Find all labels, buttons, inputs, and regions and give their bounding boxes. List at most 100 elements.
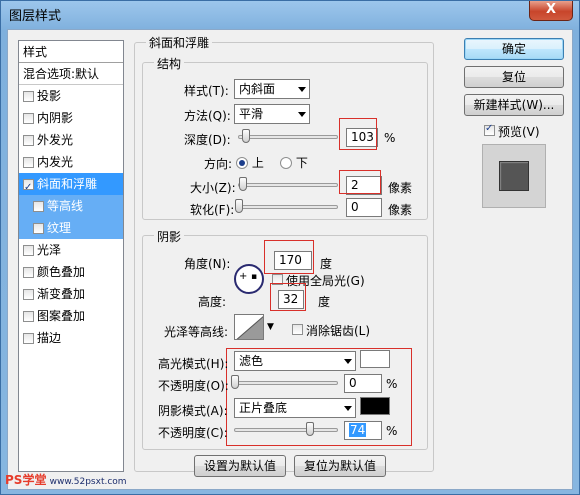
style-list-item-label: 纹理: [47, 221, 72, 235]
antialias-option[interactable]: 消除锯齿(L): [292, 322, 370, 339]
watermark-brand: PS学堂: [5, 473, 47, 487]
style-select[interactable]: 内斜面: [234, 79, 310, 99]
reset-default-button[interactable]: 复位为默认值: [294, 455, 386, 477]
chevron-down-icon: [298, 87, 306, 92]
soften-input[interactable]: 0: [346, 198, 382, 217]
ok-button[interactable]: 确定: [464, 38, 564, 60]
soften-label: 软化(F):: [190, 203, 235, 217]
style-list-item[interactable]: 混合选项:默认: [19, 63, 123, 85]
chevron-down-icon: [344, 406, 352, 411]
reset-button[interactable]: 复位: [464, 66, 564, 88]
new-style-button[interactable]: 新建样式(W)...: [464, 94, 564, 116]
style-list-item[interactable]: 内阴影: [19, 107, 123, 129]
style-list-item[interactable]: 投影: [19, 85, 123, 107]
style-list-item[interactable]: 描边: [19, 327, 123, 349]
soften-slider[interactable]: [238, 205, 338, 209]
gloss-contour-preview[interactable]: [234, 314, 264, 340]
gloss-contour-label: 光泽等高线:: [164, 325, 229, 339]
checkbox-icon[interactable]: [23, 112, 34, 124]
size-label: 大小(Z):: [190, 181, 236, 195]
checkbox-icon[interactable]: [23, 244, 34, 256]
depth-slider[interactable]: [238, 135, 338, 139]
checkbox-icon[interactable]: [23, 332, 34, 344]
highlight-mode-label: 高光模式(H):: [158, 357, 229, 371]
checkbox-icon[interactable]: [33, 222, 44, 234]
direction-up-option[interactable]: 上: [236, 154, 264, 171]
title-bar: 图层样式 X: [1, 1, 579, 29]
style-list-item[interactable]: 光泽: [19, 239, 123, 261]
depth-slider-thumb[interactable]: [242, 129, 250, 143]
checkbox-icon[interactable]: [23, 177, 34, 199]
style-list-item-label: 渐变叠加: [37, 287, 86, 301]
radio-button-icon[interactable]: [280, 157, 292, 169]
highlight-box: [339, 170, 381, 194]
shadow-mode-label: 阴影模式(A):: [158, 404, 228, 418]
angle-dial[interactable]: + ▪: [234, 264, 264, 294]
style-list-item[interactable]: 斜面和浮雕: [19, 173, 123, 199]
style-list-item-label: 描边: [37, 331, 62, 345]
preview-swatch: [499, 161, 529, 191]
checkbox-icon[interactable]: [23, 134, 34, 146]
highlight-mode-select[interactable]: 滤色: [234, 351, 356, 371]
highlight-opacity-thumb[interactable]: [231, 375, 239, 389]
checkbox-icon[interactable]: [23, 310, 34, 322]
contour-curve-icon: [236, 316, 263, 339]
chevron-down-icon: [344, 359, 352, 364]
preview-option[interactable]: 预览(V): [484, 123, 540, 140]
checkbox-icon[interactable]: [23, 288, 34, 300]
styles-list: 样式 混合选项:默认投影内阴影外发光内发光斜面和浮雕等高线纹理光泽颜色叠加渐变叠…: [18, 40, 124, 472]
highlight-box: [270, 283, 306, 311]
angle-unit: 度: [320, 257, 333, 271]
angle-indicator-icon: ▪: [251, 272, 258, 282]
direction-down-label: 下: [295, 156, 308, 170]
style-label: 样式(T):: [184, 84, 229, 98]
direction-down-option[interactable]: 下: [280, 154, 308, 171]
radio-button-icon[interactable]: [236, 157, 248, 169]
crosshair-icon: +: [239, 271, 248, 282]
altitude-label: 高度:: [198, 295, 227, 309]
checkbox-icon[interactable]: [23, 90, 34, 102]
shadow-mode-select[interactable]: 正片叠底: [234, 398, 356, 418]
checkbox-icon[interactable]: [484, 123, 495, 136]
checkbox-icon[interactable]: [292, 324, 303, 335]
checkbox-icon[interactable]: [23, 156, 34, 168]
dialog-body: 样式 混合选项:默认投影内阴影外发光内发光斜面和浮雕等高线纹理光泽颜色叠加渐变叠…: [7, 29, 573, 490]
style-list-item[interactable]: 颜色叠加: [19, 261, 123, 283]
style-list-item[interactable]: 内发光: [19, 151, 123, 173]
make-default-button[interactable]: 设置为默认值: [194, 455, 286, 477]
shadow-color-swatch[interactable]: [360, 397, 390, 415]
style-list-item[interactable]: 等高线: [19, 195, 123, 217]
chevron-down-icon[interactable]: ▼: [267, 322, 274, 332]
altitude-unit: 度: [318, 295, 331, 309]
styles-list-header[interactable]: 样式: [19, 41, 123, 63]
style-list-item[interactable]: 外发光: [19, 129, 123, 151]
style-list-item-label: 光泽: [37, 243, 62, 257]
size-slider[interactable]: [238, 183, 338, 187]
style-list-item[interactable]: 渐变叠加: [19, 283, 123, 305]
chevron-down-icon: [298, 112, 306, 117]
direction-label: 方向:: [204, 157, 233, 171]
checkbox-icon[interactable]: [23, 266, 34, 278]
shadow-opacity-input[interactable]: 74: [344, 421, 382, 440]
window-title: 图层样式: [9, 9, 62, 24]
highlight-box: [339, 118, 377, 150]
size-slider-thumb[interactable]: [239, 177, 247, 191]
style-list-item[interactable]: 纹理: [19, 217, 123, 239]
highlight-opacity-slider[interactable]: [234, 381, 338, 385]
highlight-color-swatch[interactable]: [360, 350, 390, 368]
shadow-opacity-slider[interactable]: [234, 428, 338, 432]
soften-slider-thumb[interactable]: [235, 199, 243, 213]
shading-title: 阴影: [154, 228, 185, 245]
shadow-opacity-unit: %: [386, 424, 398, 438]
close-button[interactable]: X: [529, 1, 573, 21]
shadow-opacity-thumb[interactable]: [306, 422, 314, 436]
technique-select[interactable]: 平滑: [234, 104, 310, 124]
highlight-opacity-input[interactable]: 0: [344, 374, 382, 393]
style-list-item[interactable]: 图案叠加: [19, 305, 123, 327]
depth-label: 深度(D):: [184, 133, 231, 147]
highlight-opacity-label: 不透明度(O):: [158, 379, 229, 393]
antialias-label: 消除锯齿(L): [306, 324, 371, 338]
shadow-mode-value: 正片叠底: [239, 401, 288, 415]
checkbox-icon[interactable]: [33, 200, 44, 212]
highlight-opacity-unit: %: [386, 377, 398, 391]
